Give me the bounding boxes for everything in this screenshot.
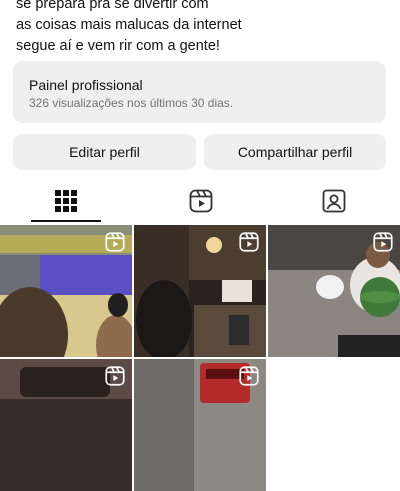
- active-tab-indicator: [31, 220, 101, 222]
- reel-icon: [105, 232, 125, 252]
- post-thumbnail[interactable]: [0, 359, 132, 491]
- reel-icon: [239, 366, 259, 386]
- reels-icon: [189, 189, 213, 213]
- share-profile-button[interactable]: Compartilhar perfil: [204, 134, 386, 170]
- edit-profile-button[interactable]: Editar perfil: [13, 134, 196, 170]
- post-thumbnail[interactable]: [134, 225, 266, 357]
- reel-icon: [105, 366, 125, 386]
- posts-grid: [0, 225, 400, 491]
- post-thumbnail[interactable]: [0, 225, 132, 357]
- bio-line: as coisas mais malucas da internet: [16, 17, 242, 33]
- profile-tabs: [0, 180, 400, 222]
- professional-dashboard-views: 326 visualizações nos últimos 30 dias.: [29, 96, 234, 110]
- tab-reels[interactable]: [166, 180, 236, 222]
- tab-posts-grid[interactable]: [31, 180, 101, 222]
- post-thumbnail[interactable]: [134, 359, 266, 491]
- tagged-icon: [322, 189, 346, 213]
- tab-tagged[interactable]: [299, 180, 369, 222]
- reel-icon: [239, 232, 259, 252]
- professional-dashboard[interactable]: Painel profissional 326 visualizações no…: [13, 61, 386, 123]
- profile-bio: se prepara pra se divertir com as coisas…: [16, 0, 386, 57]
- reel-icon: [373, 232, 393, 252]
- bio-line: segue aí e vem rir com a gente!: [16, 38, 220, 54]
- professional-dashboard-title: Painel profissional: [29, 77, 143, 93]
- post-thumbnail[interactable]: [268, 225, 400, 357]
- grid-icon: [55, 190, 77, 212]
- bio-line: se prepara pra se divertir com: [16, 0, 209, 12]
